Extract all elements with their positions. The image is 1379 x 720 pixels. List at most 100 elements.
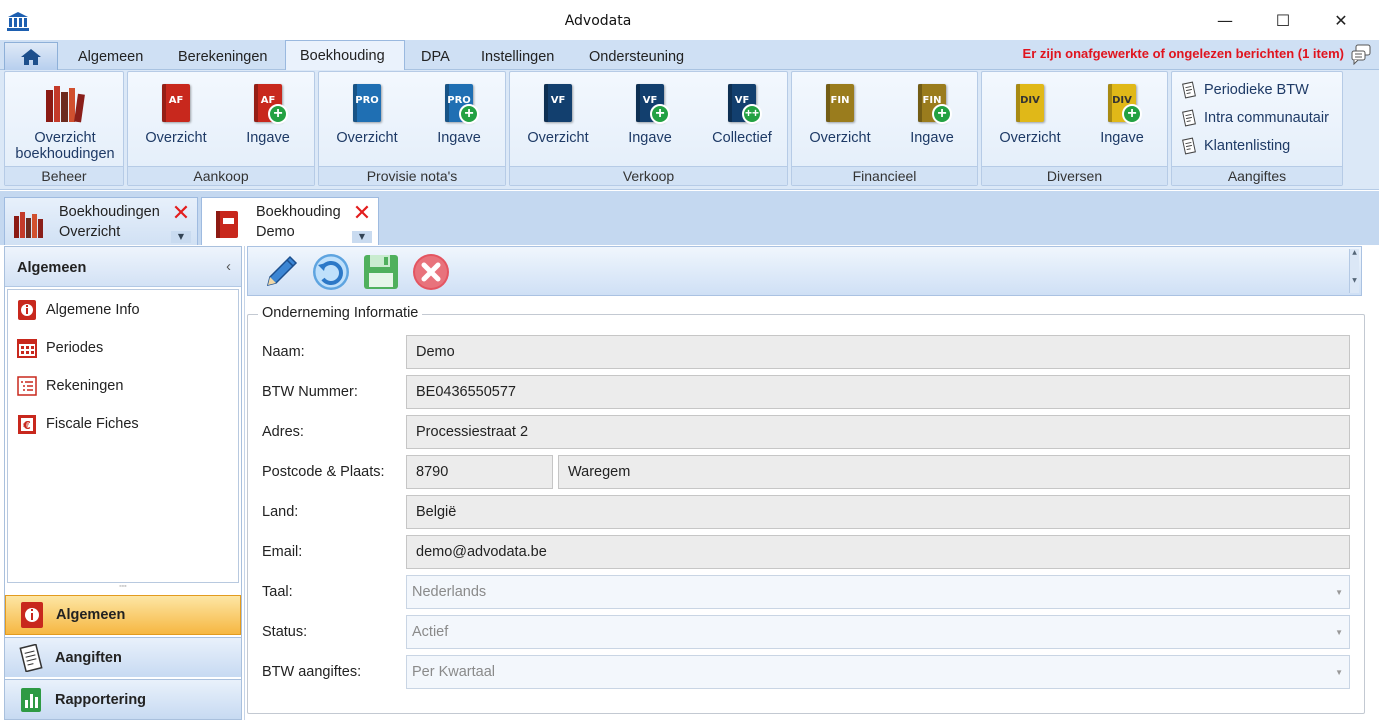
overzicht-boekhoudingen-button[interactable]: Overzicht boekhoudingen (10, 82, 120, 162)
provisie-overzicht-button[interactable]: PRO Overzicht (327, 82, 407, 146)
toolbar-scrollbar[interactable]: ▲ ▼ (1349, 249, 1359, 293)
intra-communautair-button[interactable]: Intra communautair (1180, 109, 1329, 127)
btw-field[interactable]: BE0436550577 (406, 375, 1350, 409)
report-chart-icon (21, 687, 41, 712)
window-title: Advodata (564, 13, 632, 29)
main-content: ▲ ▼ Onderneming Informatie Naam: Demo BTW… (244, 246, 1374, 720)
klantenlisting-label: Klantenlisting (1204, 138, 1291, 154)
aangiftes-select[interactable]: Per Kwartaal ▼ (406, 655, 1350, 689)
messages-notice[interactable]: Er zijn onafgewerkte of ongelezen berich… (1023, 46, 1344, 61)
close-button[interactable]: ✕ (1312, 0, 1370, 40)
close-tab-icon[interactable]: ✕ (352, 203, 372, 225)
nav-label: Rapportering (55, 691, 147, 708)
tab-ondersteuning[interactable]: Ondersteuning (575, 44, 698, 70)
chevron-down-icon[interactable]: ▼ (352, 231, 372, 243)
postcode-field[interactable]: 8790 (406, 455, 553, 489)
doctab-boekhoudingen-overzicht[interactable]: Boekhoudingen Overzicht ✕ ▼ (4, 197, 198, 245)
group-financieel: FIN Overzicht FIN + Ingave Financieel (791, 71, 978, 186)
document-tabs: Boekhoudingen Overzicht ✕ ▼ Boekhouding … (0, 191, 1379, 245)
euro-icon: € (18, 415, 36, 434)
aangiftes-value: Per Kwartaal (412, 664, 496, 680)
provisie-ingave-button[interactable]: PRO + Ingave (419, 82, 499, 146)
naam-label: Naam: (262, 344, 305, 360)
panel-header: Algemeen ‹ (5, 247, 241, 287)
naam-field[interactable]: Demo (406, 335, 1350, 369)
tab-algemeen[interactable]: Algemeen (64, 44, 157, 70)
aankoop-ingave-label: Ingave (246, 130, 290, 146)
panel-item-list: Algemene Info Periodes Rekeningen € Fisc… (7, 289, 239, 583)
af-book-icon: AF (155, 82, 197, 124)
group-provisie: PRO Overzicht PRO + Ingave Provisie nota'… (318, 71, 506, 186)
boekhoudingen-label: boekhoudingen (15, 146, 115, 162)
nav-aangiften[interactable]: Aangiften (5, 637, 241, 677)
verkoop-ingave-button[interactable]: VF + Ingave (610, 82, 690, 146)
home-tab[interactable] (4, 42, 58, 70)
vf-book-icon: VF (537, 82, 579, 124)
group-label-financieel: Financieel (792, 166, 977, 185)
title-bar: Advodata — ☐ ✕ (0, 0, 1379, 40)
taal-label: Taal: (262, 584, 293, 600)
verkoop-overzicht-button[interactable]: VF Overzicht (518, 82, 598, 146)
status-select[interactable]: Actief ▼ (406, 615, 1350, 649)
email-label: Email: (262, 544, 303, 560)
div-book-add-icon: DIV + (1101, 82, 1143, 124)
messages-icon[interactable] (1350, 43, 1372, 65)
panel-splitter[interactable]: ꞌꞌꞌꞌ (5, 585, 241, 593)
minimize-button[interactable]: — (1196, 0, 1254, 40)
cancel-icon[interactable] (410, 251, 452, 293)
books-icon (14, 212, 43, 238)
adres-label: Adres: (262, 424, 304, 440)
klantenlisting-button[interactable]: Klantenlisting (1180, 137, 1290, 155)
financieel-overzicht-button[interactable]: FIN Overzicht (800, 82, 880, 146)
land-field[interactable]: België (406, 495, 1350, 529)
group-verkoop: VF Overzicht VF + Ingave VF ++ Collectief … (509, 71, 788, 186)
tab-instellingen[interactable]: Instellingen (467, 44, 568, 70)
save-icon[interactable] (360, 251, 402, 293)
fin-book-icon: FIN (819, 82, 861, 124)
provisie-overzicht-label: Overzicht (336, 130, 398, 146)
taal-select[interactable]: Nederlands ▼ (406, 575, 1350, 609)
calendar-icon (17, 339, 37, 358)
doctab-line2: Demo (256, 224, 295, 240)
tab-boekhouding[interactable]: Boekhouding (285, 40, 405, 71)
aankoop-ingave-button[interactable]: AF + Ingave (228, 82, 308, 146)
verkoop-collectief-button[interactable]: VF ++ Collectief (702, 82, 782, 146)
doctab-boekhouding-demo[interactable]: Boekhouding Demo ✕ ▼ (201, 197, 379, 245)
overzicht-label: Overzicht (34, 130, 96, 146)
document-icon (1182, 81, 1196, 99)
adres-field[interactable]: Processiestraat 2 (406, 415, 1350, 449)
close-tab-icon[interactable]: ✕ (171, 203, 191, 225)
periodieke-btw-button[interactable]: Periodieke BTW (1180, 81, 1309, 99)
list-item-fiscale-fiches[interactable]: € Fiscale Fiches (16, 410, 139, 438)
list-item-algemene-info[interactable]: Algemene Info (16, 296, 140, 324)
tab-dpa[interactable]: DPA (407, 44, 464, 70)
plaats-field[interactable]: Waregem (558, 455, 1350, 489)
btw-label: BTW Nummer: (262, 384, 358, 400)
group-label-aangiftes: Aangiftes (1172, 166, 1342, 185)
email-field[interactable]: demo@advodata.be (406, 535, 1350, 569)
undo-icon[interactable] (310, 251, 352, 293)
provisie-ingave-label: Ingave (437, 130, 481, 146)
diversen-overzicht-button[interactable]: DIV Overzicht (990, 82, 1070, 146)
status-value: Actief (412, 624, 449, 640)
aankoop-overzicht-button[interactable]: AF Overzicht (136, 82, 216, 146)
ribbon-tab-strip: Algemeen Berekeningen Boekhouding DPA In… (0, 40, 1379, 71)
nav-label: Algemeen (56, 607, 126, 623)
chevron-down-icon: ▼ (1335, 588, 1343, 597)
list-item-periodes[interactable]: Periodes (16, 334, 103, 362)
list-item-rekeningen[interactable]: Rekeningen (16, 372, 123, 400)
group-label-aankoop: Aankoop (128, 166, 314, 185)
tab-berekeningen[interactable]: Berekeningen (164, 44, 282, 70)
svg-text:€: € (22, 419, 31, 432)
maximize-button[interactable]: ☐ (1254, 0, 1312, 40)
nav-algemeen[interactable]: Algemeen (5, 595, 241, 635)
collapse-icon[interactable]: ‹ (226, 259, 231, 275)
nav-rapportering[interactable]: Rapportering (5, 679, 241, 719)
chevron-down-icon[interactable]: ▼ (171, 231, 191, 243)
document-icon (1182, 109, 1196, 127)
financieel-ingave-button[interactable]: FIN + Ingave (892, 82, 972, 146)
aangiftes-label: BTW aangiftes: (262, 664, 362, 680)
diversen-ingave-button[interactable]: DIV + Ingave (1082, 82, 1162, 146)
periodieke-btw-label: Periodieke BTW (1204, 82, 1309, 98)
edit-pencil-icon[interactable] (260, 251, 302, 293)
